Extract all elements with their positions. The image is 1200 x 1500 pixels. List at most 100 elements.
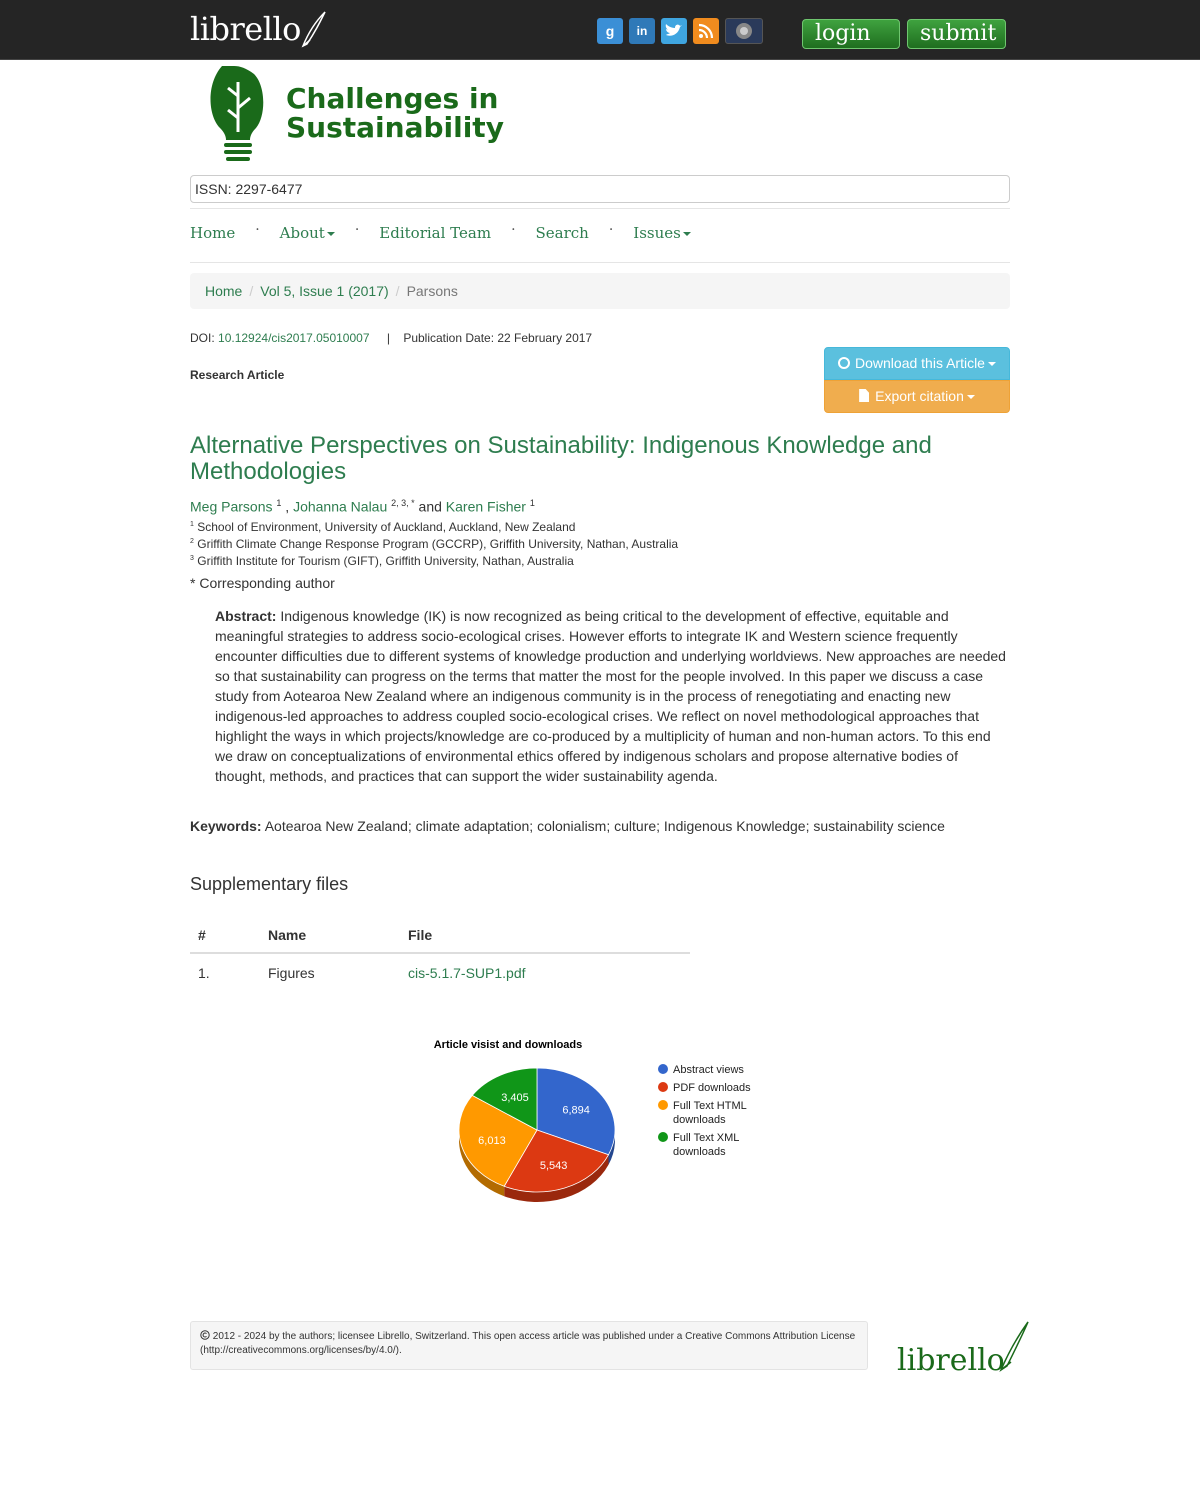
pie-data-label: 6,894 [562, 1105, 590, 1117]
copyright-icon [200, 1330, 210, 1340]
doi-label: DOI: [190, 331, 215, 345]
google-plus-icon[interactable]: g [597, 18, 623, 44]
article-title: Alternative Perspectives on Sustainabili… [190, 432, 932, 485]
author-affiliation-sup: 2, 3, * [391, 498, 415, 508]
column-header-name: Name [260, 917, 400, 954]
login-label: login [815, 21, 871, 46]
nav-divider-top [190, 208, 1010, 209]
legend-label: Full Text XML [673, 1132, 739, 1144]
file-link[interactable]: cis-5.1.7-SUP1.pdf [408, 965, 526, 981]
download-article-button[interactable]: Download this Article [824, 347, 1010, 380]
rss-icon[interactable] [693, 18, 719, 44]
nav-about[interactable]: About [280, 224, 335, 242]
affiliation-text: Griffith Institute for Tourism (GIFT), G… [197, 554, 574, 568]
nav-divider-bottom [190, 262, 1010, 263]
legend-swatch [658, 1082, 668, 1092]
linkedin-icon[interactable]: in [629, 18, 655, 44]
license-footer: 2012 - 2024 by the authors; licensee Lib… [190, 1321, 868, 1370]
author-list: Meg Parsons 1 , Johanna Nalau 2, 3, * an… [190, 498, 535, 515]
export-citation-button[interactable]: Export citation [824, 380, 1010, 413]
breadcrumb-separator: / [249, 283, 254, 299]
row-number: 1. [198, 964, 210, 981]
row-name: Figures [268, 964, 315, 981]
quill-icon [301, 11, 326, 48]
license-text: 2012 - 2024 by the authors; licensee Lib… [200, 1331, 856, 1356]
corresponding-note: * Corresponding author [190, 575, 335, 591]
breadcrumb-issue[interactable]: Vol 5, Issue 1 (2017) [260, 283, 388, 299]
legend-label: PDF downloads [673, 1082, 751, 1094]
pie-slices: 6,894 5,543 6,013 3,405 [458, 1067, 616, 1202]
librello-logo-text: librello [190, 10, 301, 48]
affiliation-sup: 2 [190, 538, 194, 545]
doi-line: DOI: 10.12924/cis2017.05010007 | Publica… [190, 331, 592, 345]
breadcrumb: Home / Vol 5, Issue 1 (2017) / Parsons [190, 273, 1010, 309]
librello-logo[interactable]: librello [190, 8, 327, 48]
legend-label: downloads [673, 1146, 726, 1158]
article-type: Research Article [190, 368, 285, 382]
affiliation: 1 School of Environment, University of A… [190, 520, 575, 534]
social-links: g in [597, 18, 763, 44]
author-link[interactable]: Johanna Nalau [293, 499, 387, 515]
twitter-icon[interactable] [661, 18, 687, 44]
download-icon [838, 357, 851, 369]
nav-separator: · [608, 222, 614, 238]
caret-down-icon [682, 232, 691, 236]
caret-down-icon [987, 362, 996, 367]
table-row: 1. Figures cis-5.1.7-SUP1.pdf [190, 953, 690, 991]
top-bar: librello g in login submit [0, 0, 1200, 60]
nav-home[interactable]: Home [190, 224, 235, 242]
author-affiliation-sup: 1 [529, 498, 535, 508]
other-social-icon[interactable] [725, 18, 763, 44]
doi-separator: | [386, 331, 390, 345]
keywords: Keywords: Aotearoa New Zealand; climate … [190, 816, 1010, 836]
abstract-text: Indigenous knowledge (IK) is now recogni… [215, 608, 1006, 784]
submit-label: submit [920, 21, 997, 46]
abstract: Abstract: Indigenous knowledge (IK) is n… [215, 606, 1010, 786]
table-header-row: # Name File [190, 917, 690, 954]
login-button[interactable]: login [802, 19, 900, 49]
corresponding-mark: * [190, 575, 196, 591]
affiliation: 3 Griffith Institute for Tourism (GIFT),… [190, 554, 574, 568]
export-label: Export citation [875, 388, 964, 404]
nav-issues-label: Issues [633, 224, 681, 242]
nav-editorial-team[interactable]: Editorial Team [379, 224, 491, 242]
abstract-label: Abstract: [215, 608, 277, 624]
nav-search[interactable]: Search [536, 224, 589, 242]
caret-down-icon [326, 232, 335, 236]
nav-separator: · [511, 222, 516, 238]
download-label: Download this Article [855, 355, 985, 371]
legend-swatch [658, 1064, 668, 1074]
main-nav: Home · About · Editorial Team · Search ·… [190, 222, 691, 242]
breadcrumb-home[interactable]: Home [205, 283, 242, 299]
nav-separator: · [354, 222, 360, 238]
affiliation-sup: 1 [190, 521, 194, 528]
row-file-cell: cis-5.1.7-SUP1.pdf [400, 953, 690, 991]
author-link[interactable]: Karen Fisher [446, 499, 526, 515]
quill-icon [999, 1321, 1029, 1373]
author-separator: , [281, 498, 290, 515]
journal-title-line1: Challenges in [286, 82, 499, 115]
supplementary-heading: Supplementary files [190, 874, 349, 894]
pie-data-label: 3,405 [501, 1092, 529, 1104]
affiliation-sup: 3 [190, 555, 194, 562]
supplementary-table: # Name File 1. Figures cis-5.1.7-SUP1.pd… [190, 917, 690, 991]
keywords-label: Keywords: [190, 818, 262, 834]
legend-label: downloads [673, 1114, 726, 1126]
legend-swatch [658, 1100, 668, 1110]
chart-title: Article visist and downloads [434, 1039, 583, 1051]
nav-separator: · [255, 222, 260, 238]
author-link[interactable]: Meg Parsons [190, 499, 272, 515]
journal-title-line2: Sustainability [286, 111, 504, 144]
doi-link[interactable]: 10.12924/cis2017.05010007 [218, 331, 369, 345]
breadcrumb-separator: / [395, 283, 400, 299]
submit-button[interactable]: submit [907, 19, 1006, 49]
legend-label: Full Text HTML [673, 1100, 747, 1112]
issn-field: ISSN: 2297-6477 [190, 175, 1010, 203]
journal-title: Challenges in Sustainability [286, 84, 504, 142]
affiliation: 2 Griffith Climate Change Response Progr… [190, 537, 678, 551]
author-separator: and [414, 498, 442, 515]
nav-issues[interactable]: Issues [633, 224, 691, 242]
corresponding-text: Corresponding author [199, 575, 335, 591]
affiliation-text: School of Environment, University of Auc… [197, 520, 576, 534]
librello-footer-logo[interactable]: librello [897, 1320, 1032, 1376]
